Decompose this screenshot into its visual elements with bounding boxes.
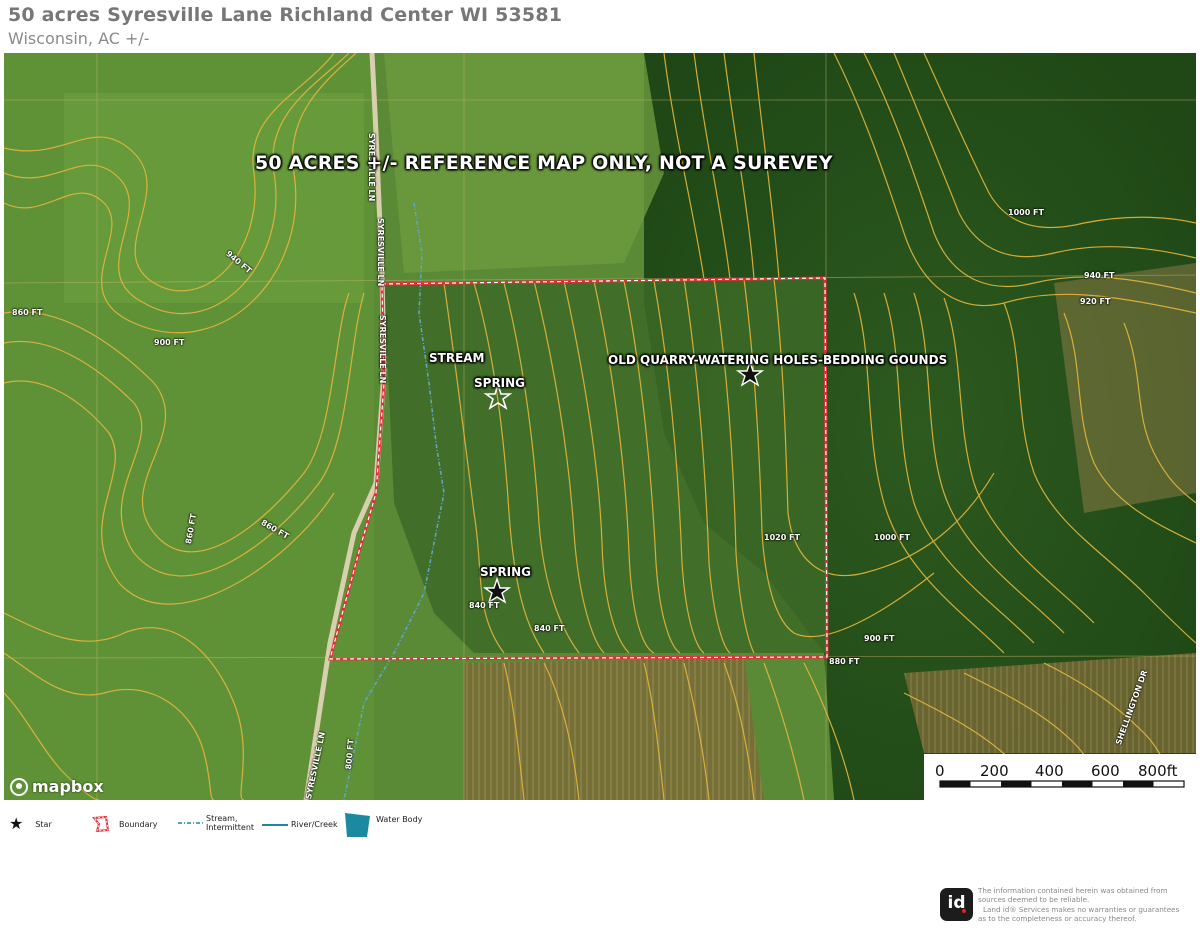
stream-label: STREAM	[429, 351, 485, 365]
scale-ruler	[939, 780, 1185, 788]
disclaimer-line: sources deemed to be reliable.	[978, 895, 1090, 905]
contour-label: 1020 FT	[764, 533, 800, 542]
legend-item-stream: Stream, Intermittent	[178, 814, 254, 832]
contour-label: 840 FT	[534, 624, 565, 633]
legend-label: Star	[35, 819, 52, 829]
page-header: 50 acres Syresville Lane Richland Center…	[8, 4, 562, 48]
road-label-syresville: SYRESVILLE LN	[376, 218, 385, 287]
disclaimer-line: The information contained herein was obt…	[978, 886, 1168, 895]
disclaimer: The information contained herein was obt…	[978, 886, 1193, 923]
road-label-syresville: SYRESVILLE LN	[378, 315, 387, 384]
page-subtitle: Wisconsin, AC +/-	[8, 29, 150, 48]
legend-item-water: Water Body	[344, 812, 422, 838]
quarry-label: OLD QUARRY-WATERING HOLES-BEDDING GOUNDS	[608, 353, 948, 367]
legend-label: Stream,	[206, 814, 238, 823]
river-creek-icon	[262, 823, 288, 826]
disclaimer-line: as to the completeness or accuracy there…	[978, 913, 1137, 923]
satellite-map[interactable]: 940 FT 900 FT 860 FT 860 FT 860 FT 1000 …	[4, 53, 1196, 800]
scale-bar: 0 200 400 600 800ft	[924, 754, 1196, 800]
mapbox-attribution[interactable]: mapbox	[10, 777, 104, 796]
land-id-logo-dot	[962, 909, 966, 913]
land-id-logo: id	[940, 888, 973, 921]
page-title: 50 acres Syresville Lane Richland Center…	[8, 4, 563, 26]
legend-item-boundary: Boundary	[91, 815, 158, 833]
reference-banner: 50 ACRES +/- REFERENCE MAP ONLY, NOT A S…	[255, 152, 833, 174]
star-icon: ★	[9, 814, 24, 833]
mapbox-wordmark: mapbox	[32, 777, 104, 796]
legend-label: Water Body	[376, 814, 423, 824]
water-body-icon	[345, 813, 370, 837]
legend-label: River/Creek	[291, 820, 338, 829]
contour-label: 860 FT	[12, 308, 43, 317]
contour-label: 1000 FT	[1008, 208, 1044, 217]
disclaimer-line: Land id® Services makes no warranties or…	[983, 904, 1180, 914]
stream-intermittent-icon	[178, 822, 204, 824]
spring-label-north: SPRING	[474, 376, 526, 390]
map-legend: ★ Star Boundary Stream, Intermittent Riv…	[0, 808, 600, 848]
contour-label: 840 FT	[469, 601, 500, 610]
south-cropfield	[464, 658, 764, 800]
legend-item-star: ★ Star	[9, 816, 52, 832]
contour-label: 1000 FT	[874, 533, 910, 542]
contour-label: 880 FT	[829, 657, 860, 666]
legend-label: Intermittent	[206, 823, 255, 832]
contour-label: 900 FT	[864, 634, 895, 643]
west-field-light	[64, 93, 364, 303]
spring-label-south: SPRING	[480, 565, 532, 579]
mapbox-logo-icon	[10, 777, 28, 796]
legend-item-river: River/Creek	[262, 820, 338, 829]
contour-label: 940 FT	[1084, 271, 1115, 280]
boundary-icon	[92, 815, 110, 833]
contour-label: 920 FT	[1080, 297, 1111, 306]
contour-label: 900 FT	[154, 338, 185, 347]
legend-label: Boundary	[119, 819, 158, 829]
